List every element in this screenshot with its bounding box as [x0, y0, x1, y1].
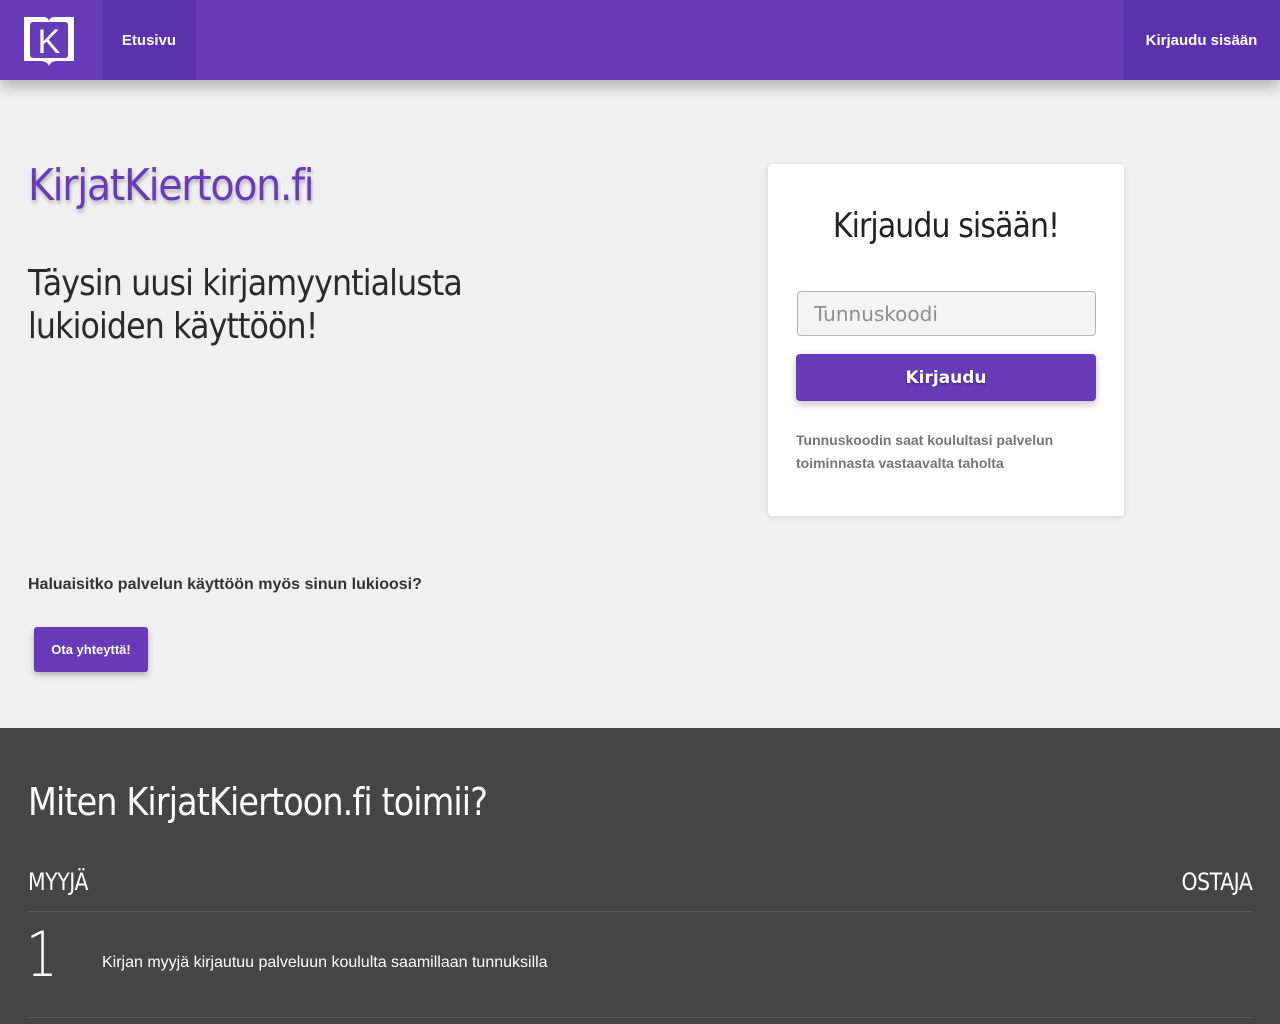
login-hint: Tunnuskoodin saat koulultasi palvelun to… — [796, 432, 1054, 471]
divider — [28, 1017, 1252, 1018]
divider — [28, 911, 1252, 912]
login-submit-button[interactable]: Kirjaudu — [796, 354, 1096, 401]
nav-home-link[interactable]: Etusivu — [102, 0, 196, 80]
contact-question: Haluaisitko palvelun käyttöön myös sinun… — [28, 576, 422, 593]
login-card-title: Kirjaudu sisään! — [832, 206, 1060, 246]
contact-button[interactable]: Ota yhteyttä! — [34, 627, 148, 672]
how-it-works-title: Miten KirjatKiertoon.fi toimii? — [28, 780, 488, 824]
site-title: KirjatKiertoon.fi — [28, 160, 315, 211]
nav-login-link[interactable]: Kirjaudu sisään — [1123, 0, 1280, 80]
seller-column-heading: MYYJÄ — [28, 868, 89, 896]
step-number: 1 — [26, 918, 58, 991]
navbar: K Etusivu Kirjaudu sisään — [0, 0, 1280, 80]
buyer-column-heading: OSTAJA — [1181, 868, 1252, 896]
how-it-works-section: Miten KirjatKiertoon.fi toimii? MYYJÄ OS… — [0, 728, 1280, 1024]
book-k-logo-icon[interactable]: K — [21, 13, 77, 69]
access-code-input[interactable] — [797, 291, 1096, 336]
login-card: Kirjaudu sisään! Kirjaudu Tunnuskoodin s… — [768, 164, 1124, 516]
step-text: Kirjan myyjä kirjautuu palveluun koulult… — [102, 954, 548, 971]
svg-text:K: K — [38, 23, 61, 61]
tagline: Täysin uusi kirjamyyntialusta lukioiden … — [28, 263, 463, 347]
